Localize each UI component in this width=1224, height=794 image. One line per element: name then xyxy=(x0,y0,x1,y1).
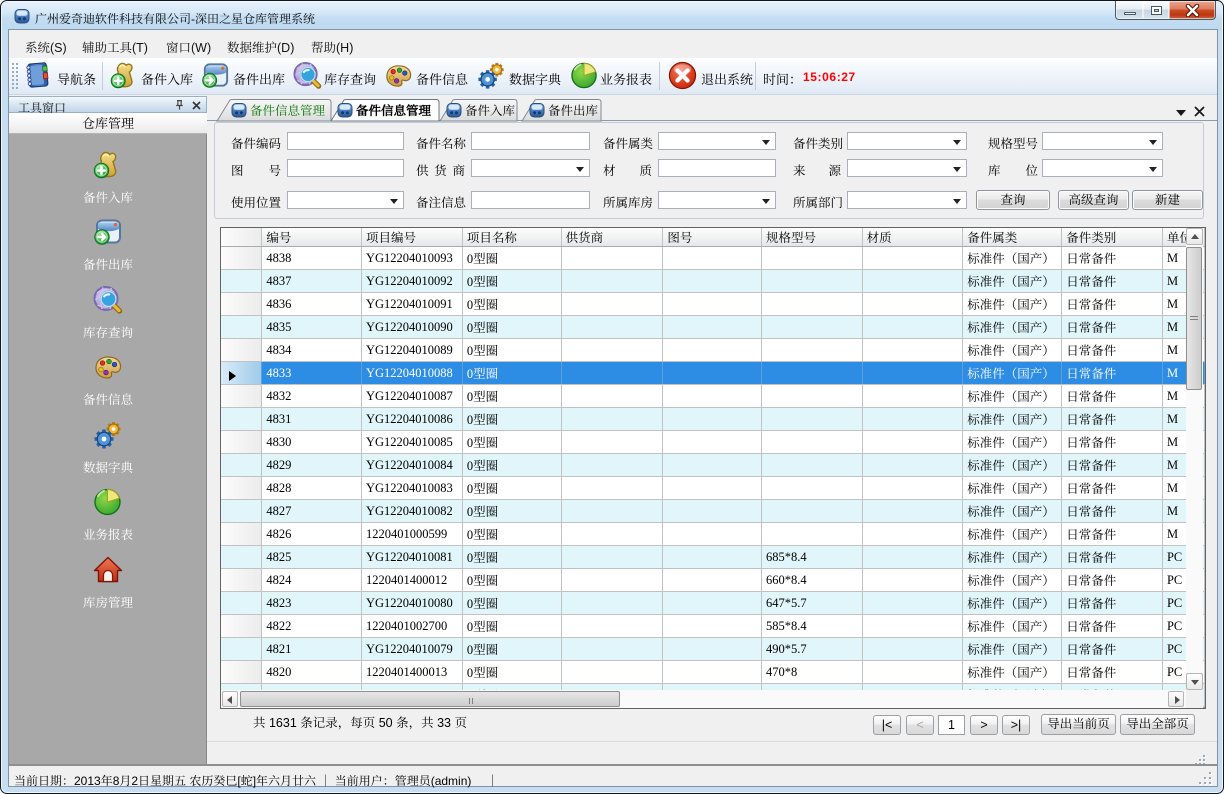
svg-text:备件入库: 备件入库 xyxy=(465,104,516,118)
svg-text:备件信息管理: 备件信息管理 xyxy=(356,104,432,118)
svg-text:备件信息管理: 备件信息管理 xyxy=(250,104,326,118)
svg-text:备件出库: 备件出库 xyxy=(548,104,599,118)
